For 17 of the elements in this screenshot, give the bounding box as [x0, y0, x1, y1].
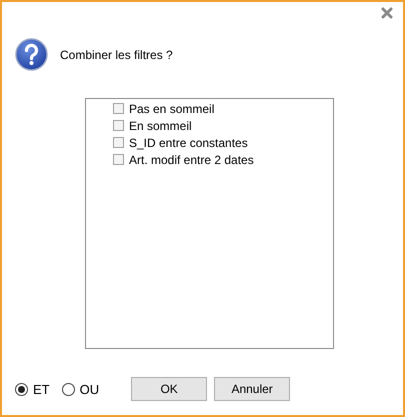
ok-button[interactable]: OK	[131, 377, 208, 401]
close-icon[interactable]	[381, 7, 393, 19]
radio-button[interactable]	[62, 382, 75, 396]
question-icon	[15, 38, 48, 71]
checkbox-label[interactable]: Art. modif entre 2 dates	[129, 152, 254, 166]
dialog-message: Combiner les filtres ?	[60, 48, 173, 62]
checkbox-label[interactable]: Pas en sommeil	[129, 102, 214, 116]
checkbox[interactable]	[113, 137, 124, 148]
radio-button[interactable]	[15, 382, 28, 396]
checkbox-label[interactable]: S_ID entre constantes	[129, 136, 248, 150]
checkbox-label[interactable]: En sommeil	[129, 118, 192, 132]
radio-label[interactable]: OU	[80, 382, 100, 396]
cancel-button[interactable]: Annuler	[214, 377, 290, 401]
radio-label[interactable]: ET	[33, 382, 50, 396]
checkbox[interactable]	[113, 103, 124, 114]
checkbox[interactable]	[113, 154, 124, 165]
checkbox[interactable]	[113, 120, 124, 131]
